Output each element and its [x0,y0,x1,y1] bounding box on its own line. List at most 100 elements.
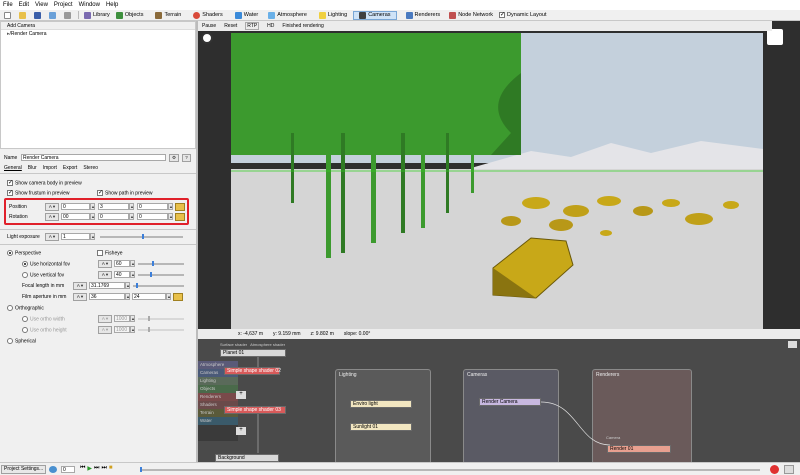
atmosphere-button[interactable]: Atmosphere [265,11,310,20]
compass-icon[interactable] [201,32,213,44]
shaders-button[interactable]: Shaders [190,11,226,20]
frame-input[interactable]: 0 [61,466,75,473]
ortho-width-radio[interactable] [22,316,28,322]
show-path-checkbox[interactable] [97,189,103,196]
renderers-button[interactable]: Renderers [403,11,444,20]
ortho-height-animate-button[interactable]: A ▾ [98,326,112,334]
show-frustum-option[interactable]: Show frustum in preview [7,189,69,196]
spherical-option[interactable]: Spherical [7,338,36,344]
last-frame-icon[interactable]: ⏭ [101,465,106,472]
light-exposure-slider[interactable] [100,234,183,239]
aperture-width-spin[interactable]: ▲ [125,293,130,300]
cameras-button[interactable]: Cameras [353,10,397,20]
use-horizontal-fov-option[interactable]: Use horizontal fov [22,261,70,267]
fisheye-option[interactable]: Fisheye [97,250,123,256]
ortho-width-spin[interactable]: ▲ [130,315,135,322]
ortho-height-spin[interactable]: ▲ [130,326,135,333]
tab-blur[interactable]: Blur [28,165,37,171]
focal-length-input[interactable]: 31.1769 [89,282,125,289]
node-network-button[interactable]: Node Network [446,11,496,20]
ortho-height-slider[interactable] [138,327,184,332]
rotation-x-spin[interactable]: ▲ [90,213,95,220]
position-animate-button[interactable]: A ▾ [45,203,59,211]
stop-icon[interactable] [770,465,779,474]
perspective-radio[interactable] [7,250,13,256]
menu-help[interactable]: Help [103,2,121,8]
dynamic-layout-toggle[interactable]: Dynamic Layout [496,11,549,20]
ortho-height-input[interactable]: 1000 [114,326,130,333]
aperture-height-input[interactable]: 24 [132,293,166,300]
ortho-width-slider[interactable] [138,316,184,321]
dynamic-layout-checkbox[interactable] [499,11,505,18]
library-button[interactable]: Library [81,11,113,20]
rotation-z-spin[interactable]: ▲ [168,213,173,220]
aperture-lock-icon[interactable] [173,293,183,301]
slider-handle[interactable] [152,261,154,266]
ortho-height-option[interactable]: Use ortho height [22,327,67,333]
position-y-input[interactable]: 3 [98,203,129,210]
h-fov-spin[interactable]: ▲ [130,260,135,267]
lighting-button[interactable]: Lighting [316,11,350,20]
record-icon[interactable]: ■ [109,465,113,472]
reset-button[interactable]: Reset [224,23,237,29]
tab-import[interactable]: Import [43,165,57,171]
light-exposure-animate-button[interactable]: A ▾ [45,233,59,241]
name-options-button[interactable]: ⚙ [169,154,179,162]
menu-view[interactable]: View [32,2,51,8]
focal-length-slider[interactable] [133,283,184,288]
focal-length-spin[interactable]: ▲ [125,282,130,289]
h-fov-slider[interactable] [138,261,184,266]
redo-button[interactable] [61,11,76,20]
orthographic-radio[interactable] [7,305,13,311]
tab-export[interactable]: Export [63,165,77,171]
use-horizontal-fov-radio[interactable] [22,261,28,267]
fisheye-checkbox[interactable] [97,250,103,256]
slider-handle[interactable] [142,234,144,239]
position-lock-icon[interactable] [175,203,185,211]
help-button[interactable]: ? [182,154,191,162]
open-button[interactable] [16,11,31,20]
use-vertical-fov-radio[interactable] [22,272,28,278]
rotation-x-input[interactable]: 00 [61,213,90,220]
next-frame-icon[interactable]: ⏭ [94,465,99,472]
show-frustum-checkbox[interactable] [7,189,13,196]
timeline-options-icon[interactable] [49,466,57,473]
menu-project[interactable]: Project [51,2,76,8]
position-z-input[interactable]: 0 [137,203,168,210]
aperture-animate-button[interactable]: A ▾ [73,293,87,301]
ortho-height-radio[interactable] [22,327,28,333]
v-fov-spin[interactable]: ▲ [130,271,135,278]
slider-handle[interactable] [136,283,138,288]
timeline-menu-icon[interactable] [784,465,794,474]
rotation-z-input[interactable]: 0 [137,213,168,220]
perspective-option[interactable]: Perspective [7,250,41,256]
aperture-height-spin[interactable]: ▲ [166,293,171,300]
slider-handle[interactable] [148,327,150,332]
rtp-button[interactable]: RTP [245,22,260,30]
h-fov-animate-button[interactable]: A ▾ [98,260,112,268]
show-body-option[interactable]: Show camera body in preview [7,179,82,186]
focal-animate-button[interactable]: A ▾ [73,282,87,290]
light-exposure-spin[interactable]: ▲ [90,233,95,240]
rotation-y-spin[interactable]: ▲ [129,213,134,220]
viewport-menu-icon[interactable] [767,29,783,45]
save-button[interactable] [31,11,46,20]
show-body-checkbox[interactable] [7,179,13,186]
light-exposure-input[interactable]: 1 [61,233,90,240]
ortho-width-input[interactable]: 1000 [114,315,130,322]
camera-list-item[interactable]: ▸/Render Camera [1,30,195,38]
position-z-spin[interactable]: ▲ [168,203,173,210]
render-view[interactable] [231,33,763,331]
menu-window[interactable]: Window [76,2,103,8]
name-input[interactable]: Render Camera [21,154,166,161]
position-x-input[interactable]: 0 [61,203,90,210]
slider-handle[interactable] [150,272,152,277]
slider-handle[interactable] [148,316,150,321]
position-y-spin[interactable]: ▲ [129,203,134,210]
rotation-lock-icon[interactable] [175,213,185,221]
ortho-width-animate-button[interactable]: A ▾ [98,315,112,323]
show-path-option[interactable]: Show path in preview [97,189,153,196]
timeline-handle[interactable] [140,467,142,472]
orthographic-option[interactable]: Orthographic [7,305,44,311]
h-fov-input[interactable]: 60 [114,260,130,267]
